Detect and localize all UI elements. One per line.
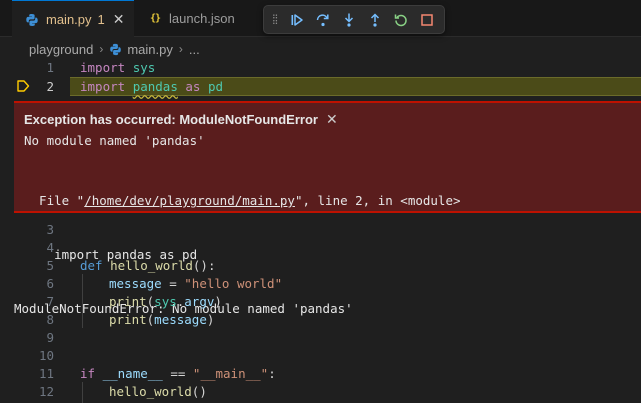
tab-launch-json[interactable]: {} launch.json: [135, 0, 251, 37]
variable: message: [154, 312, 207, 327]
line-number: 11: [38, 366, 54, 381]
module-name: sys: [132, 60, 156, 75]
chevron-right-icon: ›: [178, 42, 183, 56]
breadcrumb: playground › main.py › ...: [29, 38, 200, 60]
code-line[interactable]: 5 def hello_world():: [0, 256, 641, 275]
tab-label: launch.json: [169, 11, 235, 26]
module-name: sys: [154, 294, 177, 309]
function-name: print: [109, 294, 147, 309]
line-number: 9: [46, 330, 54, 345]
line-number: 5: [46, 258, 54, 273]
continue-icon: [291, 13, 303, 26]
breadcrumb-file[interactable]: main.py: [127, 42, 173, 57]
code-line[interactable]: 6 message = "hello world": [0, 274, 641, 293]
traceback-prefix: File ": [24, 193, 85, 208]
code-line[interactable]: 1 import sys: [0, 58, 641, 77]
close-icon[interactable]: ✕: [113, 11, 125, 28]
exception-title: Exception has occurred: ModuleNotFoundEr…: [24, 111, 338, 128]
function-name: print: [109, 312, 147, 327]
punctuation: (): [191, 384, 207, 399]
punctuation: ): [206, 312, 215, 327]
alias-name: pd: [207, 79, 224, 94]
punctuation: :: [268, 366, 276, 381]
drag-handle-icon[interactable]: ⁞⁞: [272, 12, 284, 27]
continue-button[interactable]: [284, 9, 310, 31]
operator: ==: [162, 366, 193, 381]
step-into-button[interactable]: [336, 9, 362, 31]
tab-main-py[interactable]: main.py 1 ✕: [12, 0, 134, 38]
code-line[interactable]: 8 print(message): [0, 310, 641, 329]
punctuation: ): [214, 294, 222, 309]
python-icon: [24, 12, 40, 28]
attribute: argv: [184, 294, 215, 309]
keyword: def: [80, 258, 103, 273]
restart-icon: [394, 14, 407, 26]
string-literal: "hello world": [184, 276, 283, 291]
variable: message: [109, 276, 162, 291]
module-name: pandas: [132, 79, 178, 94]
keyword: as: [185, 79, 201, 94]
step-over-button[interactable]: [310, 9, 336, 31]
line-number: 3: [46, 222, 54, 237]
python-icon: [109, 43, 122, 56]
line-number: 2: [46, 79, 54, 94]
exception-title-text: Exception has occurred: ModuleNotFoundEr…: [24, 112, 318, 127]
step-out-icon: [370, 12, 380, 27]
breadcrumb-more[interactable]: ...: [189, 42, 200, 57]
tab-label: main.py: [46, 12, 92, 27]
code-line[interactable]: 7 print(sys.argv): [0, 292, 641, 311]
code-line[interactable]: 11 if __name__ == "__main__":: [0, 364, 641, 383]
traceback-suffix: ", line 2, in <module>: [294, 193, 461, 208]
exception-message: No module named 'pandas': [24, 133, 205, 148]
code-line[interactable]: 4: [0, 238, 641, 257]
step-over-icon: [316, 13, 329, 26]
debug-toolbar: ⁞⁞: [263, 5, 445, 34]
variable: __name__: [102, 366, 163, 381]
indent-guide: [82, 382, 83, 403]
keyword: if: [80, 366, 96, 381]
code-line[interactable]: 10: [0, 346, 641, 365]
breadcrumb-folder[interactable]: playground: [29, 42, 93, 57]
code-line[interactable]: 3: [0, 220, 641, 239]
code-line[interactable]: 9: [0, 328, 641, 347]
chevron-right-icon: ›: [99, 42, 104, 56]
line-number: 8: [46, 312, 54, 327]
indent-guide: [82, 274, 83, 328]
punctuation: ():: [192, 258, 216, 273]
line-number: 1: [46, 60, 54, 75]
function-name: hello_world: [110, 258, 193, 273]
line-number: 12: [38, 384, 54, 399]
keyword: import: [80, 60, 126, 75]
function-name: hello_world: [109, 384, 192, 399]
step-into-icon: [344, 13, 354, 27]
line-number: 6: [46, 276, 54, 291]
line-number: 4: [46, 240, 54, 255]
keyword: import: [80, 79, 126, 94]
operator: =: [161, 276, 185, 291]
line-number: 10: [38, 348, 54, 363]
code-line[interactable]: 12 hello_world(): [0, 382, 641, 401]
exception-widget: Exception has occurred: ModuleNotFoundEr…: [14, 101, 641, 316]
json-icon: {}: [149, 13, 161, 24]
close-icon[interactable]: ✕: [326, 111, 338, 128]
string-literal: "__main__": [192, 366, 269, 381]
restart-button[interactable]: [388, 9, 414, 31]
problem-count-badge: 1: [97, 12, 105, 27]
code-line-current[interactable]: 2 import pandas as pd: [0, 77, 641, 96]
line-number: 7: [46, 294, 54, 309]
step-out-button[interactable]: [362, 9, 388, 31]
stop-button[interactable]: [414, 9, 440, 31]
traceback-file-link[interactable]: /home/dev/playground/main.py: [84, 193, 295, 208]
stop-icon: [421, 13, 433, 26]
code-editor[interactable]: 1 import sys 2 import pandas as pd Excep…: [0, 58, 641, 403]
